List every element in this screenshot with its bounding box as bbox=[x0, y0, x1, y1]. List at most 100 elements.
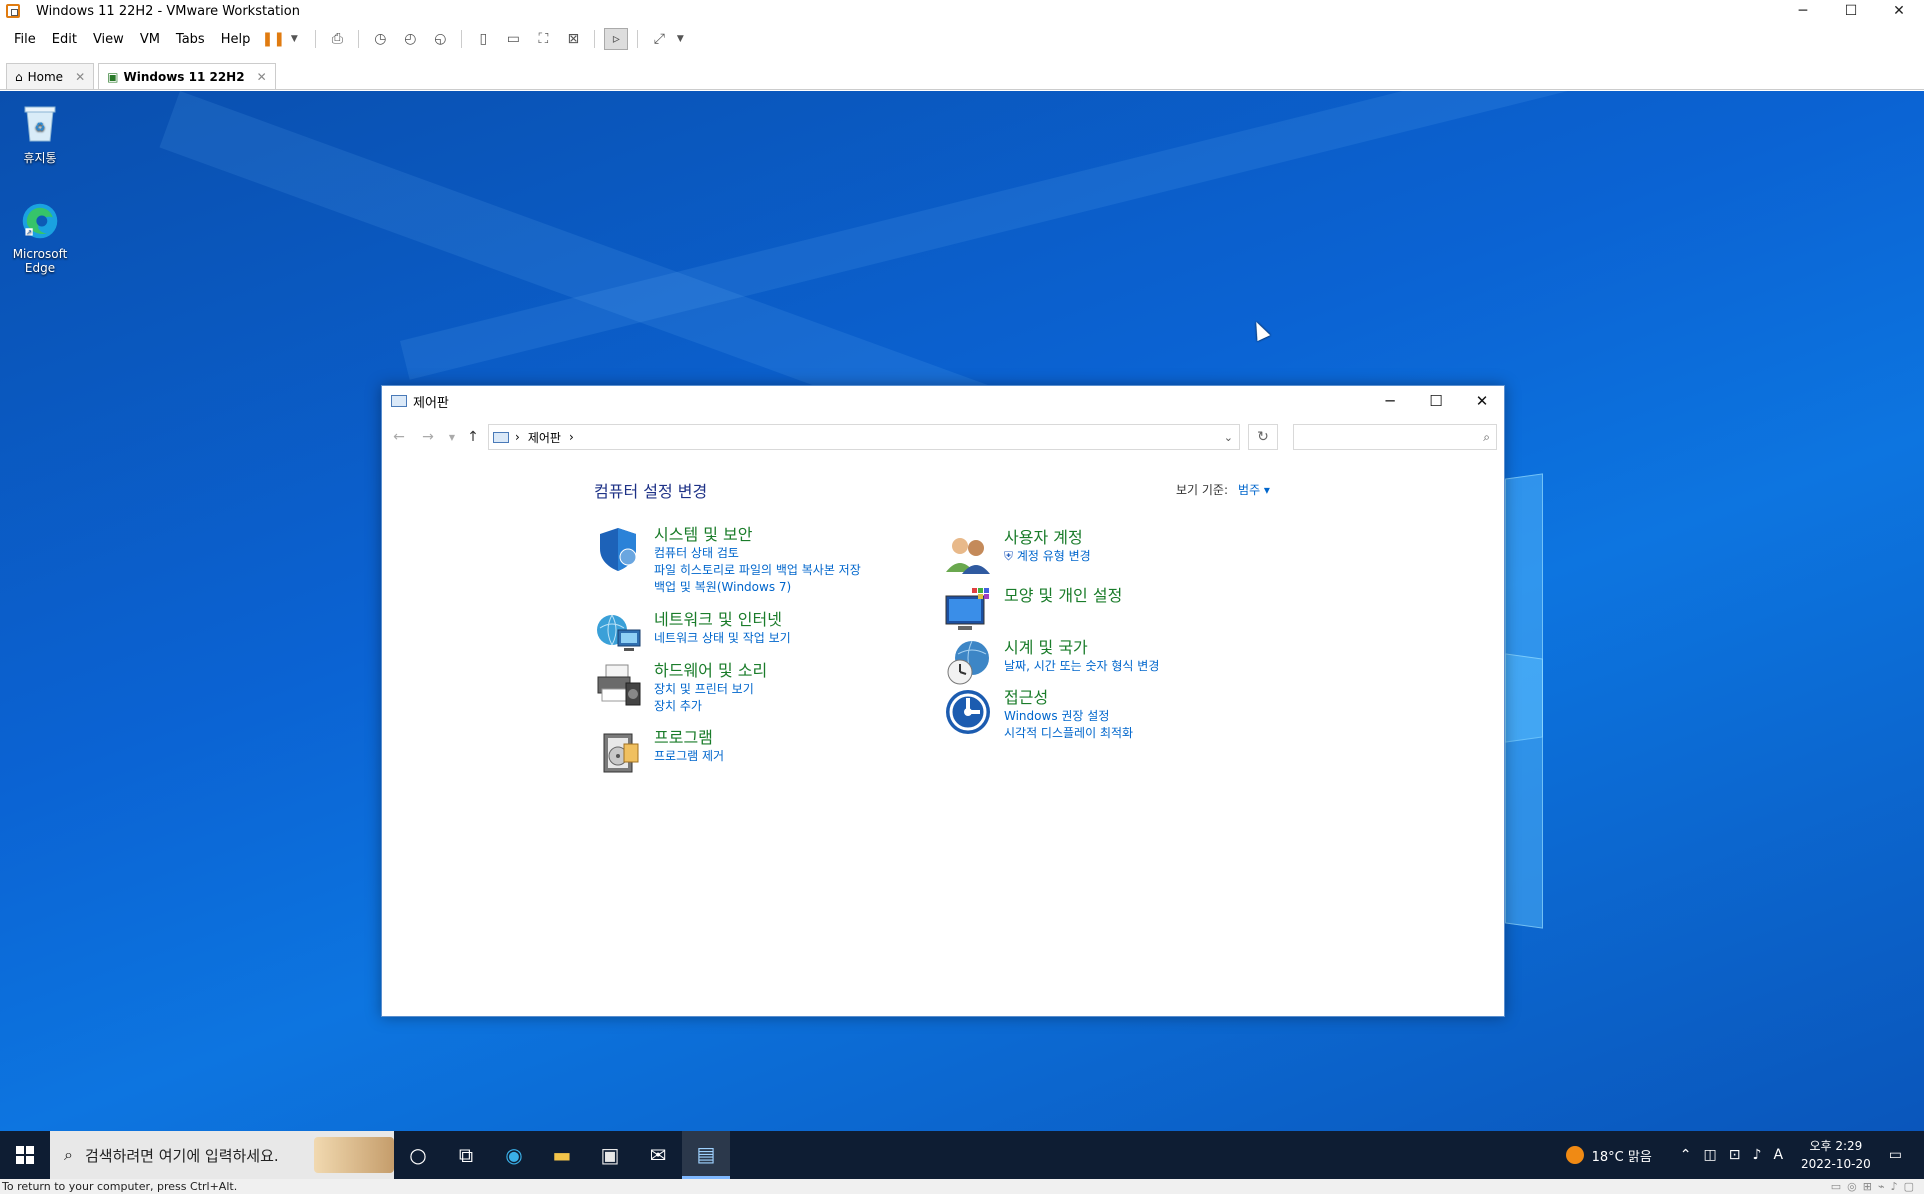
tab-home[interactable]: ⌂ Home ✕ bbox=[6, 63, 95, 89]
menu-file[interactable]: File bbox=[6, 32, 44, 47]
clock-globe-icon[interactable] bbox=[944, 638, 992, 686]
category-title[interactable]: 시스템 및 보안 bbox=[654, 525, 861, 545]
sound-card-icon[interactable]: ♪ bbox=[1891, 1180, 1898, 1193]
mail-icon[interactable]: ✉ bbox=[634, 1131, 682, 1179]
printer-icon[interactable] bbox=[594, 661, 642, 709]
edge-taskbar-icon[interactable]: ◉ bbox=[490, 1131, 538, 1179]
menu-help[interactable]: Help bbox=[213, 32, 259, 47]
snapshot-icon[interactable]: ◷ bbox=[368, 28, 392, 50]
category-title[interactable]: 접근성 bbox=[1004, 688, 1133, 708]
show-library-icon[interactable]: ▯ bbox=[471, 28, 495, 50]
category-title[interactable]: 시계 및 국가 bbox=[1004, 638, 1159, 658]
guest-desktop[interactable]: ♻ 휴지통 ↗ Microsoft Edge 제어판 ─ ☐ ✕ ← → ▼ ↑… bbox=[0, 91, 1924, 1131]
category-link[interactable]: 네트워크 상태 및 작업 보기 bbox=[654, 630, 791, 647]
weather-widget[interactable]: 18°C 맑음 bbox=[1565, 1146, 1652, 1165]
category-link[interactable]: 장치 및 프린터 보기 bbox=[654, 681, 767, 698]
network-globe-icon[interactable] bbox=[594, 610, 642, 658]
store-icon[interactable]: ▣ bbox=[586, 1131, 634, 1179]
chevron-up-icon[interactable]: ⌃ bbox=[1680, 1147, 1692, 1163]
file-explorer-icon[interactable]: ▬ bbox=[538, 1131, 586, 1179]
status-text: To return to your computer, press Ctrl+A… bbox=[2, 1180, 238, 1193]
usb-icon[interactable]: ⌁ bbox=[1878, 1180, 1885, 1193]
shield-icon[interactable] bbox=[594, 525, 642, 573]
desktop-icon-recycle-bin[interactable]: ♻ 휴지통 bbox=[8, 101, 72, 166]
console-view-icon[interactable]: ▹ bbox=[604, 28, 629, 50]
power-dropdown-icon[interactable]: ▼ bbox=[282, 28, 306, 50]
category-link[interactable]: ⛨ 계정 유형 변경 bbox=[1004, 548, 1091, 565]
minimize-button[interactable]: ─ bbox=[1780, 0, 1826, 22]
programs-icon[interactable] bbox=[594, 728, 642, 776]
start-button[interactable] bbox=[0, 1131, 50, 1179]
send-ctrl-alt-del-icon[interactable]: ⎙ bbox=[325, 28, 349, 50]
category-title[interactable]: 사용자 계정 bbox=[1004, 528, 1091, 548]
cp-maximize-button[interactable]: ☐ bbox=[1413, 386, 1459, 416]
menu-tabs[interactable]: Tabs bbox=[168, 32, 213, 47]
up-arrow-icon[interactable]: ↑ bbox=[462, 426, 484, 448]
category-link[interactable]: 컴퓨터 상태 검토 bbox=[654, 545, 861, 562]
cd-icon[interactable]: ◎ bbox=[1847, 1180, 1857, 1193]
task-view-icon[interactable]: ⧉ bbox=[442, 1131, 490, 1179]
toolbar-separator bbox=[315, 30, 317, 48]
stretch-dropdown-icon[interactable]: ▼ bbox=[668, 28, 692, 50]
ime-indicator[interactable]: A bbox=[1773, 1147, 1783, 1163]
cp-minimize-button[interactable]: ─ bbox=[1367, 386, 1413, 416]
category-link[interactable]: 백업 및 복원(Windows 7) bbox=[654, 579, 861, 596]
sun-icon bbox=[1565, 1146, 1584, 1164]
category-title[interactable]: 네트워크 및 인터넷 bbox=[654, 610, 791, 630]
taskbar-search-input[interactable]: ⌕ 검색하려면 여기에 입력하세요. bbox=[50, 1131, 394, 1179]
hdd-icon[interactable]: ▭ bbox=[1831, 1180, 1841, 1193]
maximize-button[interactable]: ☐ bbox=[1828, 0, 1874, 22]
search-icon: ⌕ bbox=[64, 1145, 73, 1164]
users-icon[interactable] bbox=[944, 528, 992, 576]
network-adapter-icon[interactable]: ⊞ bbox=[1863, 1180, 1872, 1193]
category-link[interactable]: 프로그램 제거 bbox=[654, 748, 724, 765]
meet-now-icon[interactable]: ◫ bbox=[1704, 1147, 1717, 1163]
network-icon[interactable]: ⊡ bbox=[1729, 1147, 1741, 1163]
recycle-bin-icon: ♻ bbox=[20, 101, 60, 145]
appearance-icon[interactable] bbox=[944, 586, 992, 634]
category-link[interactable]: 파일 히스토리로 파일의 백업 복사본 저장 bbox=[654, 562, 861, 579]
refresh-icon[interactable]: ↻ bbox=[1248, 424, 1278, 450]
desktop-icon-edge[interactable]: ↗ Microsoft Edge bbox=[8, 199, 72, 275]
category-title[interactable]: 모양 및 개인 설정 bbox=[1004, 586, 1122, 606]
forward-arrow-icon[interactable]: → bbox=[417, 426, 439, 448]
uac-shield-icon: ⛨ bbox=[1004, 549, 1014, 563]
tab-close-icon[interactable]: ✕ bbox=[257, 70, 267, 84]
menu-view[interactable]: View bbox=[85, 32, 132, 47]
category-title[interactable]: 프로그램 bbox=[654, 728, 724, 748]
search-input[interactable]: ⌕ bbox=[1293, 424, 1497, 450]
breadcrumb[interactable]: 제어판 bbox=[528, 429, 561, 446]
accessibility-icon[interactable] bbox=[944, 688, 992, 736]
revert-snapshot-icon[interactable]: ◴ bbox=[398, 28, 422, 50]
chevron-down-icon[interactable]: ⌄ bbox=[1224, 431, 1233, 444]
display-icon[interactable]: ▢ bbox=[1904, 1180, 1914, 1193]
unity-icon[interactable]: ⊠ bbox=[561, 28, 585, 50]
snapshot-manager-icon[interactable]: ◵ bbox=[428, 28, 452, 50]
category-title[interactable]: 하드웨어 및 소리 bbox=[654, 661, 767, 681]
address-bar[interactable]: › 제어판 › ⌄ bbox=[488, 424, 1240, 450]
thumbnail-bar-icon[interactable]: ▭ bbox=[501, 28, 525, 50]
cp-title-bar[interactable]: 제어판 ─ ☐ ✕ bbox=[382, 386, 1504, 416]
notification-icon[interactable]: ▭ bbox=[1889, 1147, 1902, 1163]
close-button[interactable]: ✕ bbox=[1876, 0, 1922, 22]
cortana-icon[interactable]: ○ bbox=[394, 1131, 442, 1179]
tab-label: Windows 11 22H2 bbox=[123, 69, 245, 84]
recent-locations-icon[interactable]: ▼ bbox=[441, 426, 463, 448]
menu-vm[interactable]: VM bbox=[132, 32, 168, 47]
full-screen-icon[interactable]: ⛶ bbox=[531, 28, 555, 50]
view-by-dropdown[interactable]: 범주 ▾ bbox=[1238, 483, 1270, 497]
control-panel-taskbar-icon[interactable]: ▤ bbox=[682, 1131, 730, 1179]
volume-icon[interactable]: ♪ bbox=[1753, 1147, 1762, 1163]
tab-close-icon[interactable]: ✕ bbox=[75, 70, 85, 84]
weather-text: 18°C 맑음 bbox=[1591, 1149, 1652, 1165]
category-link[interactable]: 시각적 디스플레이 최적화 bbox=[1004, 725, 1133, 742]
breadcrumb-chevron-icon[interactable]: › bbox=[569, 430, 574, 444]
cp-close-button[interactable]: ✕ bbox=[1459, 386, 1505, 416]
back-arrow-icon[interactable]: ← bbox=[388, 426, 410, 448]
category-link[interactable]: Windows 권장 설정 bbox=[1004, 708, 1133, 725]
category-link[interactable]: 날짜, 시간 또는 숫자 형식 변경 bbox=[1004, 658, 1159, 675]
clock[interactable]: 오후 2:29 2022-10-20 bbox=[1801, 1137, 1871, 1173]
tab-windows-11[interactable]: ▣ Windows 11 22H2 ✕ bbox=[98, 63, 276, 89]
menu-edit[interactable]: Edit bbox=[44, 32, 85, 47]
category-link[interactable]: 장치 추가 bbox=[654, 698, 767, 715]
